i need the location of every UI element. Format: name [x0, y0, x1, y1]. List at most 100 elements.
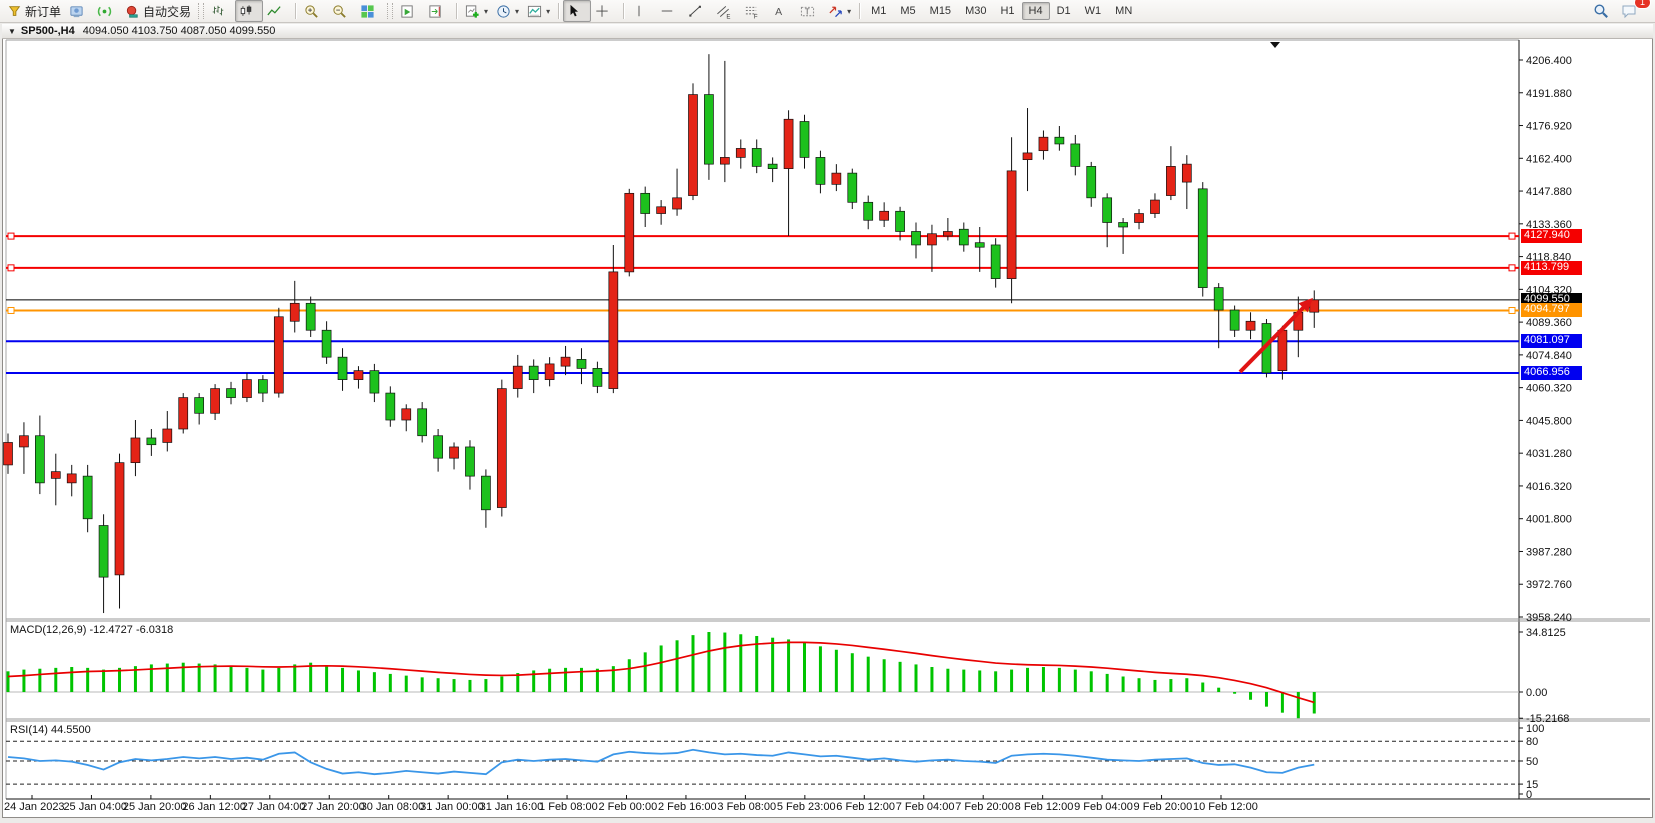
candlestick	[673, 198, 682, 209]
candlestick	[641, 193, 650, 213]
candlestick	[1278, 330, 1287, 370]
line-handle[interactable]	[8, 233, 14, 239]
candlestick	[896, 211, 905, 231]
price-tag: 4127.940	[1521, 229, 1582, 243]
price-tick-label: 4147.880	[1526, 186, 1572, 198]
price-tag: 4066.956	[1521, 366, 1582, 380]
line-handle[interactable]	[1509, 233, 1515, 239]
price-tick-label: 4089.360	[1526, 317, 1572, 329]
rsi-axis-label: 100	[1526, 723, 1544, 735]
line-handle[interactable]	[1509, 265, 1515, 271]
mt4-trading-app: 新订单 自动交易	[0, 0, 1655, 823]
chart-ohlc-values: 4094.050 4103.750 4087.050 4099.550	[83, 25, 276, 37]
price-tick-label: 3987.280	[1526, 546, 1572, 558]
candlestick	[99, 526, 108, 578]
line-handle[interactable]	[8, 307, 14, 313]
price-tick-label: 4162.400	[1526, 153, 1572, 165]
candlestick	[163, 429, 172, 442]
candlestick	[306, 303, 315, 330]
chart-shift-marker[interactable]	[1270, 42, 1280, 48]
candlestick	[593, 368, 602, 386]
time-axis-label: 30 Jan 08:00	[361, 801, 425, 813]
candlestick	[322, 330, 331, 357]
candlestick	[497, 389, 506, 508]
price-tick-label: 3958.240	[1526, 612, 1572, 624]
time-axis-label: 1 Feb 08:00	[539, 801, 598, 813]
candlestick	[1087, 166, 1096, 197]
candlestick	[354, 371, 363, 380]
candlestick	[450, 447, 459, 458]
time-axis-label: 27 Jan 04:00	[242, 801, 306, 813]
candlestick	[943, 231, 952, 235]
candlestick	[704, 95, 713, 165]
time-axis-label: 9 Feb 20:00	[1134, 801, 1193, 813]
time-axis-label: 26 Jan 12:00	[182, 801, 246, 813]
price-tick-label: 4206.400	[1526, 55, 1572, 67]
line-handle[interactable]	[1509, 307, 1515, 313]
candlestick	[577, 359, 586, 368]
candlestick	[736, 148, 745, 157]
time-axis-label: 8 Feb 12:00	[1015, 801, 1074, 813]
candlestick	[1198, 189, 1207, 288]
caret-down-icon: ▼	[8, 27, 16, 36]
candlestick	[115, 463, 124, 575]
candlestick	[864, 202, 873, 220]
candlestick	[1039, 137, 1048, 150]
candlestick	[848, 173, 857, 202]
candlestick	[19, 436, 28, 447]
candlestick	[1246, 321, 1255, 330]
macd-axis-label: 34.8125	[1526, 627, 1566, 639]
candlestick	[4, 442, 13, 464]
candlestick	[927, 234, 936, 245]
candlestick	[434, 436, 443, 458]
candlestick	[768, 164, 777, 168]
candlestick	[784, 119, 793, 168]
candlestick	[195, 398, 204, 414]
candlestick	[688, 95, 697, 196]
candlestick	[227, 389, 236, 398]
time-axis-label: 7 Feb 04:00	[896, 801, 955, 813]
candlestick	[402, 409, 411, 420]
chart-canvas: 4206.400 4191.880 4176.920 4162.400 4147.880…	[0, 0, 1655, 823]
time-axis-label: 2 Feb 00:00	[599, 801, 658, 813]
price-tag: 4094.797	[1521, 303, 1582, 317]
candlestick	[51, 472, 60, 479]
price-tick-label: 4074.840	[1526, 350, 1572, 362]
time-axis-label: 10 Feb 12:00	[1193, 801, 1258, 813]
price-tick-label: 4191.880	[1526, 88, 1572, 100]
candlestick	[1182, 164, 1191, 182]
chart-title-bar[interactable]: ▼ SP500-,H4 4094.050 4103.750 4087.050 4…	[2, 24, 1653, 39]
candlestick	[242, 380, 251, 398]
candlestick	[274, 317, 283, 393]
time-axis-label: 7 Feb 20:00	[955, 801, 1014, 813]
price-tick-label: 4176.920	[1526, 121, 1572, 133]
candlestick	[211, 389, 220, 414]
candlestick	[529, 366, 538, 379]
candlestick	[83, 476, 92, 519]
line-handle[interactable]	[8, 265, 14, 271]
rsi-axis-label: 80	[1526, 736, 1538, 748]
candlestick	[179, 398, 188, 429]
candlestick	[418, 409, 427, 436]
candlestick	[800, 121, 809, 157]
candlestick	[1071, 144, 1080, 166]
price-tick-label: 3972.760	[1526, 579, 1572, 591]
candlestick	[370, 371, 379, 393]
rsi-axis-label: 0	[1526, 789, 1532, 801]
candlestick	[1150, 200, 1159, 213]
candlestick	[609, 272, 618, 389]
annotation-arrow-shaft[interactable]	[1240, 305, 1306, 372]
candlestick	[338, 357, 347, 379]
price-tick-label: 4001.800	[1526, 514, 1572, 526]
candlestick	[880, 211, 889, 220]
time-axis-label: 9 Feb 04:00	[1074, 801, 1133, 813]
time-axis-label: 31 Jan 00:00	[420, 801, 484, 813]
candlestick	[720, 157, 729, 164]
time-axis-label: 31 Jan 16:00	[480, 801, 544, 813]
candlestick	[1103, 198, 1112, 223]
candlestick	[625, 193, 634, 272]
price-tick-label: 4045.800	[1526, 415, 1572, 427]
candlestick	[912, 231, 921, 244]
time-axis-label: 25 Jan 04:00	[63, 801, 127, 813]
candlestick	[1166, 166, 1175, 195]
